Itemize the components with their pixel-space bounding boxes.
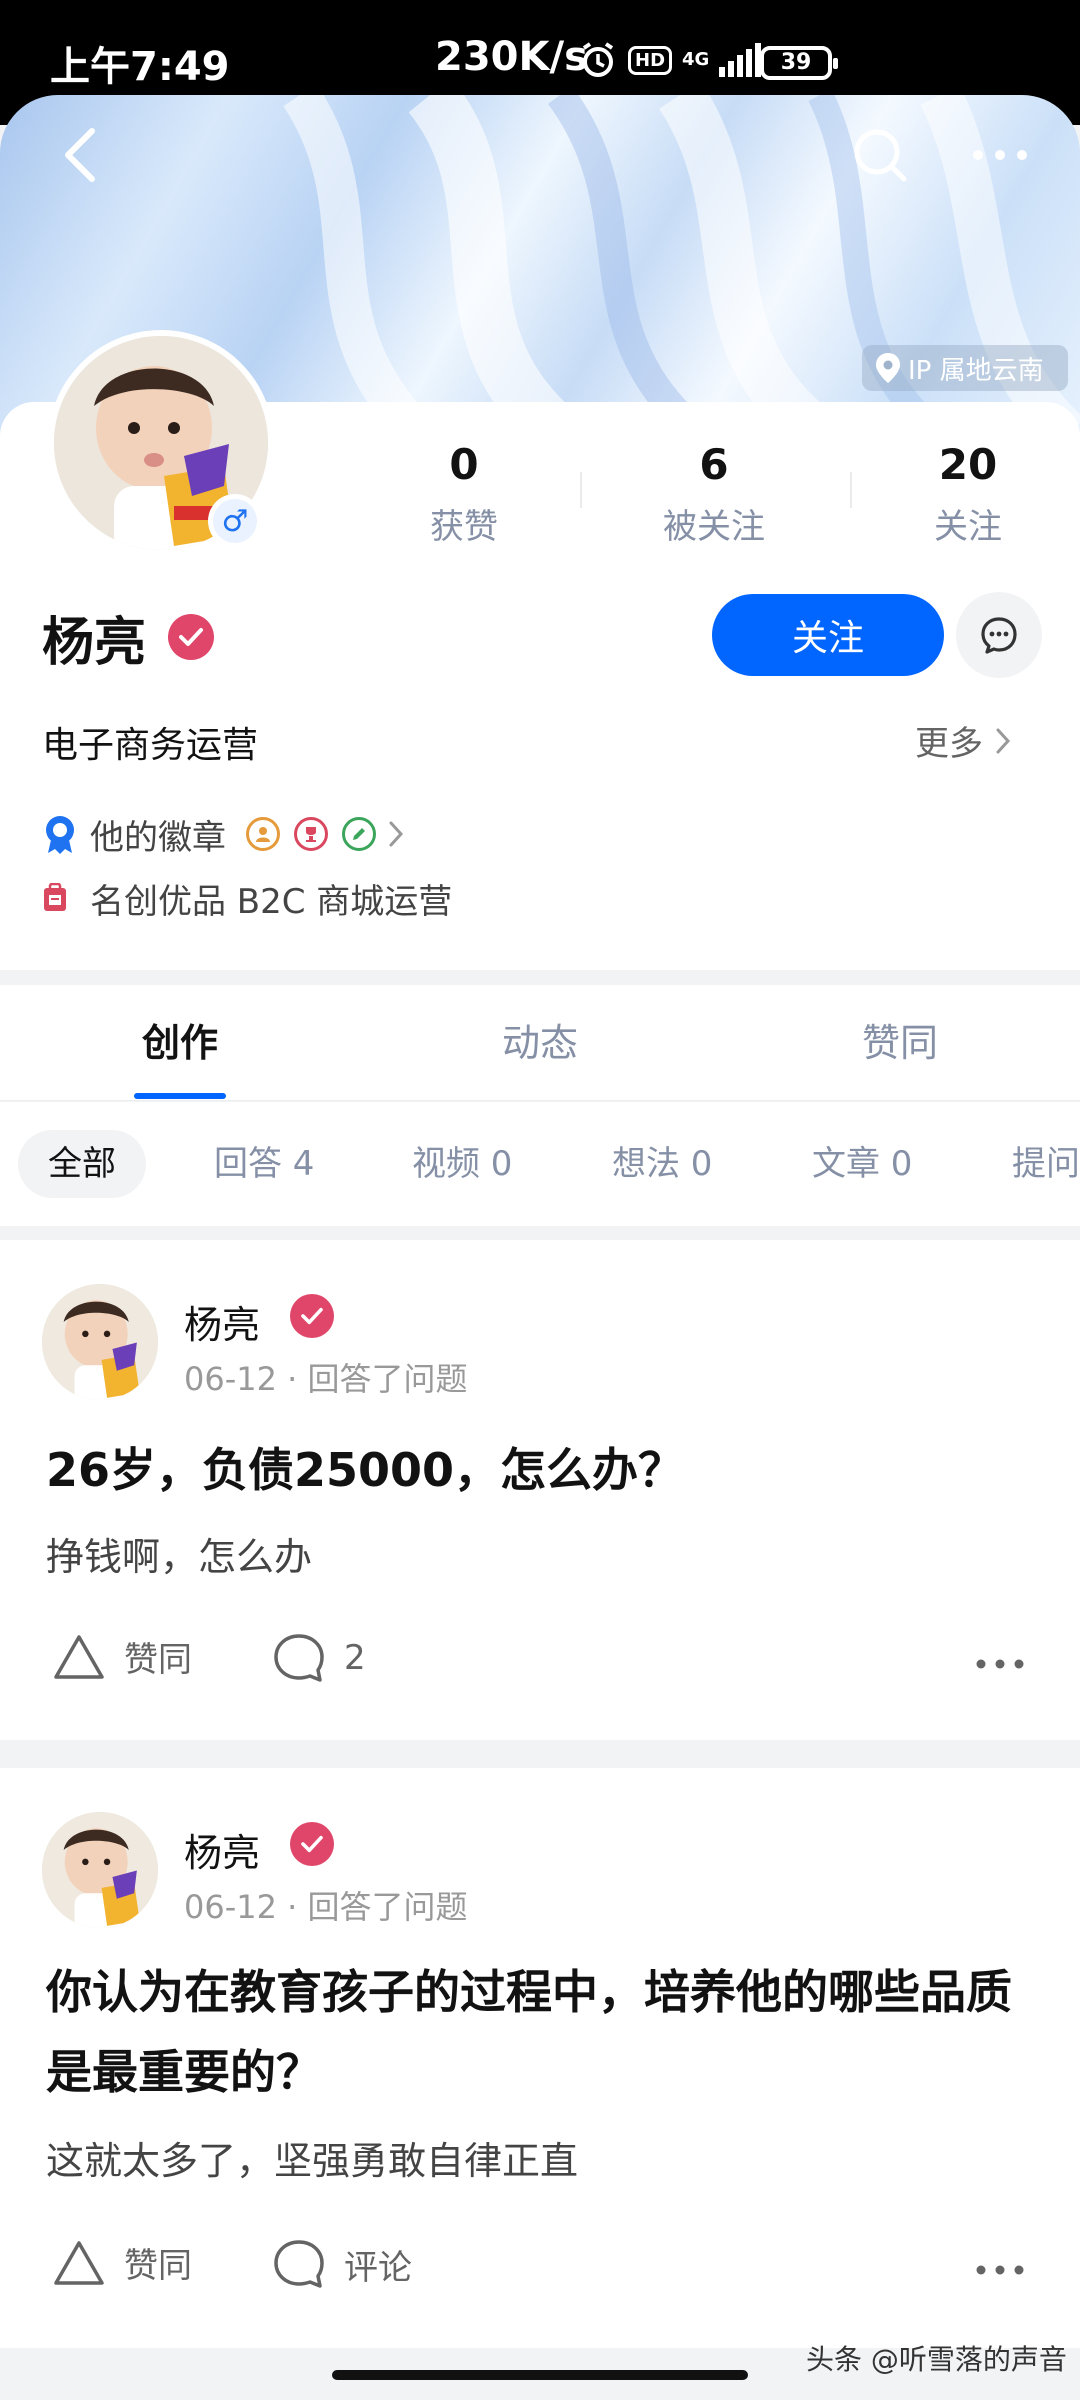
avatar-image <box>42 1284 158 1400</box>
ip-location-tag: IP 属地云南 <box>862 345 1068 391</box>
badges-label: 他的徽章 <box>90 817 226 858</box>
alarm-icon <box>582 42 614 77</box>
badge-person-icon <box>246 817 280 851</box>
comment-button[interactable]: 评论 <box>272 2238 412 2290</box>
post-title[interactable]: 你认为在教育孩子的过程中，培养他的哪些品质是最重要的？ <box>46 1952 1046 2112</box>
filter-questions[interactable]: 提问 <box>982 1130 1080 1198</box>
upvote-triangle-icon <box>54 1634 104 1679</box>
post-body[interactable]: 挣钱啊，怎么办 <box>46 1526 312 1581</box>
home-gesture-bar[interactable] <box>332 2370 748 2380</box>
stat-likes-count: 0 <box>449 440 479 489</box>
post-author-avatar[interactable] <box>42 1284 158 1400</box>
stat-likes-label: 获赞 <box>430 507 498 547</box>
post-author-avatar[interactable] <box>42 1812 158 1928</box>
filter-thoughts[interactable]: 想法 0 <box>582 1130 742 1198</box>
comment-count: 2 <box>344 1638 366 1678</box>
post-body[interactable]: 这就太多了，坚强勇敢自律正直 <box>46 2130 578 2185</box>
work-text: 名创优品 B2C 商城运营 <box>90 881 453 922</box>
feed-post[interactable]: 杨亮 06-12 · 回答了问题 你认为在教育孩子的过程中，培养他的哪些品质是最… <box>0 1768 1080 2348</box>
comment-label: 评论 <box>344 2247 412 2288</box>
stat-divider <box>580 472 582 508</box>
tab-activity[interactable]: 动态 <box>420 985 660 1101</box>
upvote-label: 赞同 <box>124 1640 192 1680</box>
stat-following-label: 关注 <box>934 507 1002 547</box>
upvote-button[interactable]: 赞同 <box>52 1632 192 1681</box>
post-meta: 06-12 · 回答了问题 <box>184 1888 468 1926</box>
post-more-button[interactable] <box>968 1644 1032 1684</box>
network-type: 4G <box>682 49 710 70</box>
more-info-link[interactable]: 更多 <box>915 716 1011 765</box>
stat-followers-label: 被关注 <box>663 507 765 547</box>
more-icon <box>976 2265 1024 2275</box>
stat-likes[interactable]: 0 获赞 <box>374 440 554 548</box>
content-tabs: 创作 动态 赞同 <box>0 985 1080 1101</box>
upvote-triangle-icon <box>54 2240 104 2285</box>
badge-trophy-icon <box>294 817 328 851</box>
chat-bubble-icon <box>981 617 1017 654</box>
post-more-button[interactable] <box>968 2250 1032 2290</box>
active-tab-indicator <box>134 1093 226 1099</box>
chevron-right-icon <box>996 728 1011 753</box>
more-icon <box>976 1659 1024 1669</box>
avatar-image <box>42 1812 158 1928</box>
post-meta: 06-12 · 回答了问题 <box>184 1360 468 1398</box>
signal-icon <box>719 43 762 77</box>
more-info-label: 更多 <box>915 724 983 764</box>
back-arrow-icon <box>65 128 95 182</box>
feed-post[interactable]: 杨亮 06-12 · 回答了问题 26岁，负债25000，怎么办？ 挣钱啊，怎么… <box>0 1240 1080 1740</box>
badges-row[interactable]: 他的徽章 <box>42 812 404 858</box>
search-button[interactable] <box>845 120 915 190</box>
filter-chips: 全部 回答 4 视频 0 想法 0 文章 0 提问 <box>0 1102 1080 1226</box>
filter-videos[interactable]: 视频 0 <box>382 1130 542 1198</box>
upvote-button[interactable]: 赞同 <box>52 2238 192 2287</box>
stat-following[interactable]: 20 关注 <box>878 440 1058 548</box>
battery-indicator: 39 <box>760 46 838 80</box>
stat-followers[interactable]: 6 被关注 <box>624 440 804 548</box>
source-watermark: 头条 @听雪落的声音 <box>806 2343 1067 2376</box>
status-time: 上午7:49 <box>50 44 230 90</box>
back-button[interactable] <box>50 120 110 190</box>
more-icon <box>973 150 1027 160</box>
verified-icon <box>168 614 214 660</box>
stat-followers-count: 6 <box>699 440 729 489</box>
ip-location-text: IP 属地云南 <box>908 355 1044 386</box>
filter-articles[interactable]: 文章 0 <box>782 1130 942 1198</box>
profile-headline: 电子商务运营 <box>42 725 259 766</box>
work-row: 名创优品 B2C 商城运营 <box>42 876 453 922</box>
gender-badge: ♂ <box>208 494 262 548</box>
male-icon: ♂ <box>213 499 257 543</box>
post-author-name[interactable]: 杨亮 <box>184 1294 260 1349</box>
upvote-label: 赞同 <box>124 2246 192 2286</box>
hd-icon: HD <box>628 45 673 75</box>
post-title[interactable]: 26岁，负债25000，怎么办？ <box>46 1430 1046 1510</box>
message-button[interactable] <box>956 592 1042 678</box>
more-options-button[interactable] <box>965 120 1035 190</box>
profile-name: 杨亮 <box>42 613 147 673</box>
chevron-right-icon <box>389 821 404 847</box>
verified-icon <box>290 1294 334 1338</box>
verified-icon <box>290 1822 334 1866</box>
comment-bubble-icon <box>274 1634 324 1682</box>
filter-answers[interactable]: 回答 4 <box>184 1130 344 1198</box>
filter-all[interactable]: 全部 <box>18 1130 146 1198</box>
tab-creations[interactable]: 创作 <box>60 985 300 1101</box>
stat-following-count: 20 <box>938 440 998 489</box>
stat-divider <box>850 472 852 508</box>
search-icon <box>854 129 907 182</box>
network-speed: 230K/s <box>435 34 588 80</box>
badge-ribbon-icon <box>46 816 74 854</box>
comment-button[interactable]: 2 <box>272 1632 366 1684</box>
briefcase-icon <box>44 883 66 911</box>
badge-pencil-icon <box>342 817 376 851</box>
location-pin-icon <box>876 353 900 383</box>
follow-button[interactable]: 关注 <box>712 594 944 676</box>
status-icons: HD 4G <box>578 40 762 80</box>
post-author-name[interactable]: 杨亮 <box>184 1822 260 1877</box>
comment-bubble-icon <box>274 2240 324 2288</box>
tab-upvotes[interactable]: 赞同 <box>780 985 1020 1101</box>
